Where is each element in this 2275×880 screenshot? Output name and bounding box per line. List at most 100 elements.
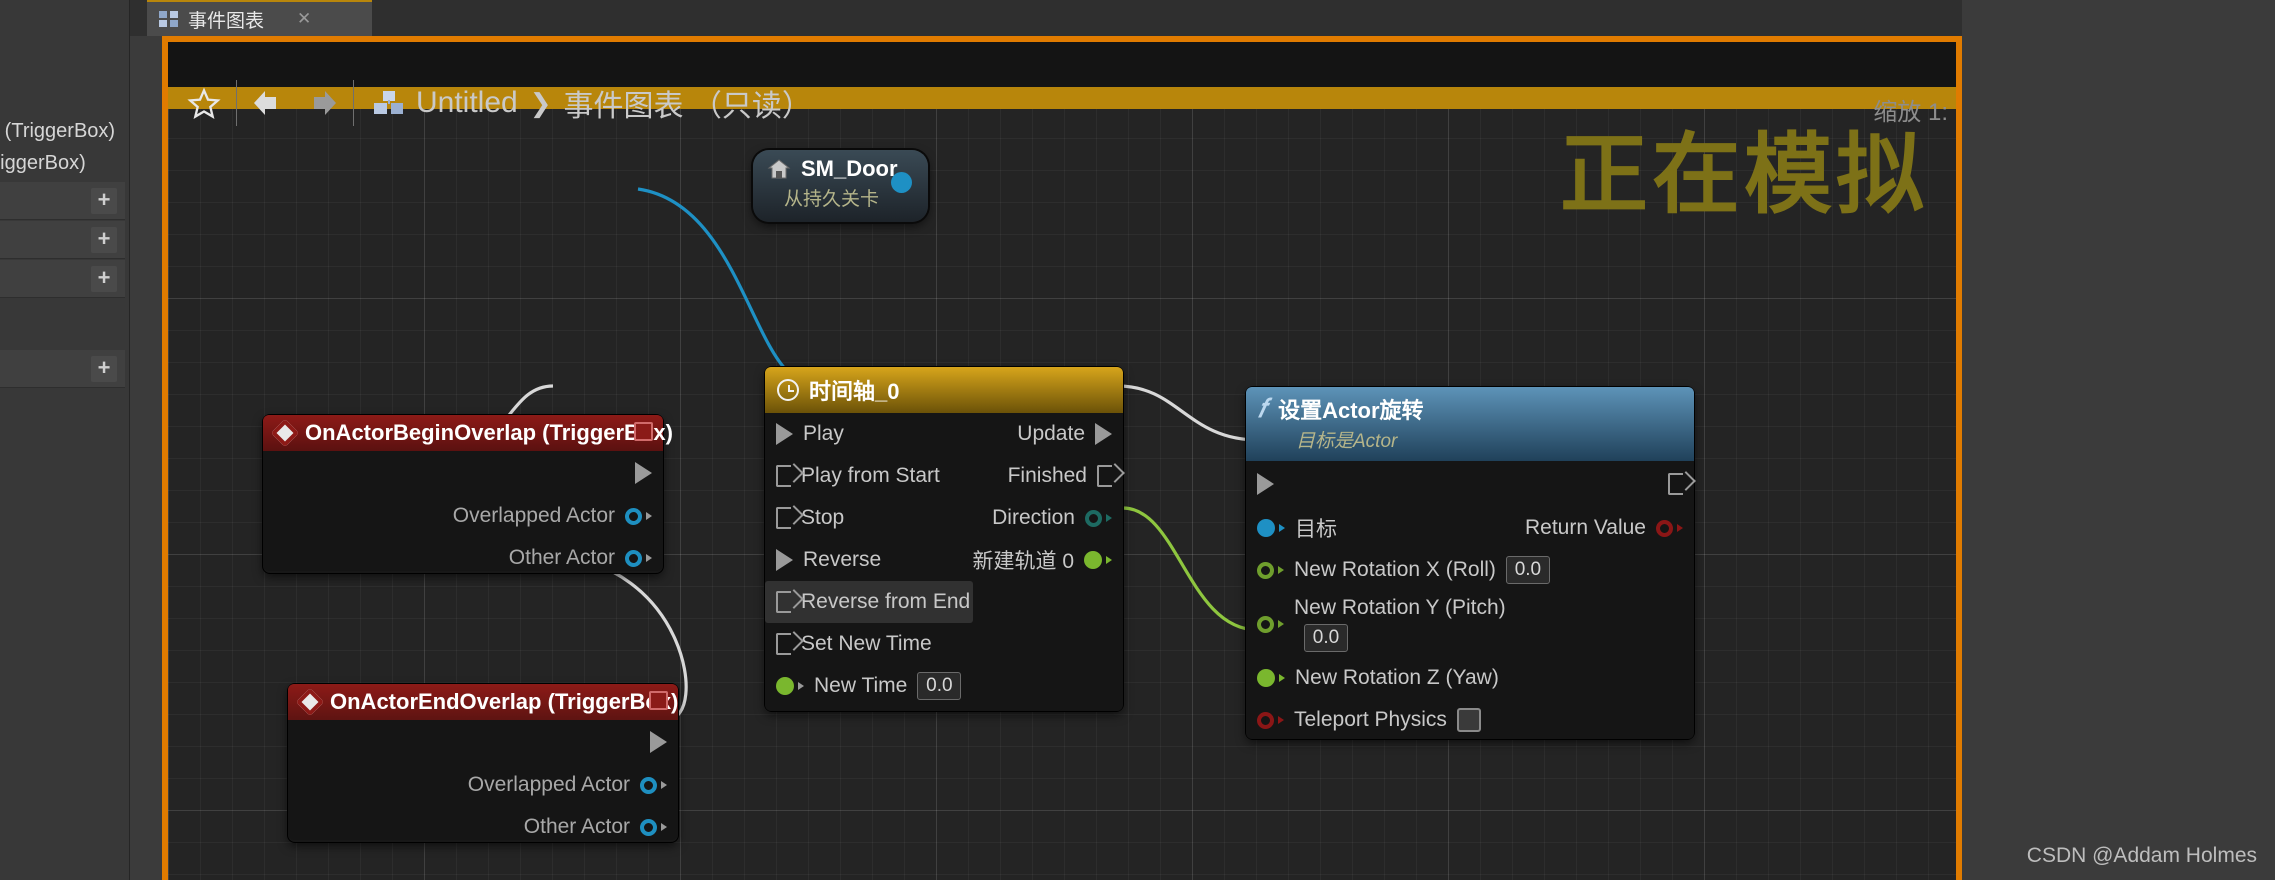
event-diamond-icon	[270, 418, 300, 448]
exec-output-pin[interactable]	[650, 731, 667, 753]
pin-row-other-actor[interactable]: Other Actor	[288, 806, 678, 848]
tab-event-graph[interactable]: 事件图表 ✕	[147, 0, 372, 36]
actor-node-subtitle: 从持久关卡	[783, 189, 879, 210]
exec-input-pin[interactable]	[776, 465, 791, 487]
add-button[interactable]: +	[91, 227, 117, 253]
blueprint-grid-icon	[159, 11, 179, 27]
pin-row-reverse-from-end[interactable]: Reverse from End	[765, 581, 973, 623]
pin-label: Overlapped Actor	[452, 504, 615, 527]
exec-output-pin[interactable]	[635, 462, 652, 484]
pin-label: Direction	[992, 506, 1075, 529]
pin-arrow-icon	[798, 682, 804, 690]
pin-row-exec-out[interactable]	[288, 720, 678, 764]
node-set-actor-rotation[interactable]: 𝑓 设置Actor旋转 目标是Actor 目标 Return Value New…	[1246, 387, 1694, 739]
event-node-header: OnActorBeginOverlap (TriggerBox)	[263, 415, 673, 451]
bool-output-pin[interactable]	[1656, 519, 1673, 537]
arrow-right-icon[interactable]	[295, 80, 347, 126]
enum-output-pin[interactable]	[1085, 509, 1102, 527]
object-output-pin[interactable]	[891, 172, 912, 193]
node-on-actor-end-overlap[interactable]: OnActorEndOverlap (TriggerBox) Overlappe…	[288, 684, 678, 842]
pin-row-other-actor[interactable]: Other Actor	[263, 537, 663, 579]
left-panel-label-1: TriggerBox)	[0, 152, 86, 174]
arrow-left-icon[interactable]	[243, 80, 295, 126]
event-diamond-icon	[295, 687, 325, 717]
object-output-pin[interactable]	[640, 818, 657, 836]
left-panel-row-2[interactable]: +	[0, 260, 125, 298]
exec-output-pin[interactable]	[1095, 423, 1112, 445]
pin-row-new-track-0[interactable]: 新建轨道 0	[926, 539, 1123, 581]
float-input-pin[interactable]	[776, 677, 794, 695]
pin-label: New Rotation Y (Pitch)	[1294, 596, 1506, 619]
pin-row-finished[interactable]: Finished	[926, 455, 1123, 497]
exec-output-pin[interactable]	[1097, 465, 1112, 487]
node-on-actor-begin-overlap[interactable]: OnActorBeginOverlap (TriggerBox) Overlap…	[263, 415, 673, 573]
pin-row-overlapped-actor[interactable]: Overlapped Actor	[263, 495, 663, 537]
pin-row-new-rotation-z[interactable]: New Rotation Z (Yaw)	[1246, 657, 1694, 699]
new-rotation-x-input[interactable]: 0.0	[1505, 556, 1550, 584]
breadcrumb: Untitled ❯ 事件图表 （只读）	[374, 81, 812, 125]
pin-row-set-new-time[interactable]: Set New Time	[765, 623, 973, 665]
pin-label: Play	[803, 422, 844, 445]
pin-arrow-icon	[1278, 620, 1284, 628]
right-empty-area	[1962, 0, 2275, 880]
left-panel-row-0[interactable]: +	[0, 182, 125, 220]
function-node-title: 设置Actor旋转	[1278, 398, 1424, 423]
pin-row-exec-out[interactable]	[263, 451, 663, 495]
pin-arrow-icon	[1677, 524, 1683, 532]
add-button[interactable]: +	[91, 356, 117, 382]
exec-input-pin[interactable]	[776, 591, 791, 613]
teleport-physics-checkbox[interactable]	[1456, 708, 1481, 732]
pin-row-new-rotation-x[interactable]: New Rotation X (Roll) 0.0	[1246, 549, 1694, 591]
event-node-header: OnActorEndOverlap (TriggerBox)	[288, 684, 678, 720]
pin-arrow-icon	[1278, 716, 1284, 724]
left-panel-row-3[interactable]: +	[0, 350, 125, 388]
delegate-square-icon[interactable]	[649, 691, 668, 710]
node-actor-reference-sm-door[interactable]: SM_Door 从持久关卡	[753, 150, 928, 222]
function-fx-icon: 𝑓	[1258, 393, 1267, 423]
delegate-square-icon[interactable]	[634, 422, 653, 441]
float-output-pin[interactable]	[1084, 551, 1102, 569]
pin-row-target[interactable]: 目标 Return Value	[1246, 507, 1694, 549]
float-input-pin[interactable]	[1257, 615, 1274, 633]
close-icon[interactable]: ✕	[297, 9, 311, 29]
exec-input-pin[interactable]	[776, 423, 793, 445]
add-button[interactable]: +	[91, 188, 117, 214]
pin-row-new-time[interactable]: New Time 0.0	[765, 665, 973, 707]
add-button[interactable]: +	[91, 266, 117, 292]
exec-output-pin[interactable]	[1668, 473, 1683, 495]
favorite-star-icon[interactable]	[178, 80, 230, 126]
pin-row-exec[interactable]	[1246, 461, 1694, 507]
exec-input-pin[interactable]	[776, 549, 793, 571]
pin-label: New Rotation Z (Yaw)	[1295, 666, 1499, 689]
new-time-input[interactable]: 0.0	[917, 672, 962, 700]
event-node-body: Overlapped Actor Other Actor	[288, 720, 678, 840]
pin-row-update[interactable]: Update	[926, 413, 1123, 455]
bool-input-pin[interactable]	[1257, 711, 1274, 729]
function-node-body: 目标 Return Value New Rotation X (Roll) 0.…	[1246, 461, 1694, 739]
pin-row-teleport-physics[interactable]: Teleport Physics	[1246, 699, 1694, 741]
pin-row-overlapped-actor[interactable]: Overlapped Actor	[288, 764, 678, 806]
exec-input-pin[interactable]	[776, 507, 791, 529]
blueprint-grid-icon	[374, 91, 404, 115]
node-timeline[interactable]: 时间轴_0 Play Play from Start Stop Reverse …	[765, 367, 1123, 711]
app-root: p (TriggerBox) TriggerBox) + + + + 事件图表 …	[0, 0, 2275, 880]
pin-label: New Time	[814, 674, 908, 697]
left-panel-label-0: p (TriggerBox)	[0, 120, 116, 142]
pin-row-direction[interactable]: Direction	[926, 497, 1123, 539]
pin-label: Stop	[801, 506, 845, 529]
exec-input-pin[interactable]	[1257, 473, 1274, 495]
float-input-pin[interactable]	[1257, 669, 1275, 687]
pin-row-new-rotation-y[interactable]: New Rotation Y (Pitch) 0.0	[1246, 591, 1694, 657]
object-output-pin[interactable]	[625, 549, 642, 567]
object-output-pin[interactable]	[640, 776, 657, 794]
exec-input-pin[interactable]	[776, 633, 791, 655]
event-node-title: OnActorEndOverlap (TriggerBox)	[330, 689, 679, 714]
breadcrumb-root[interactable]: Untitled	[416, 86, 518, 120]
object-output-pin[interactable]	[625, 507, 642, 525]
new-rotation-y-input[interactable]: 0.0	[1304, 624, 1348, 652]
left-panel-row-1[interactable]: +	[0, 221, 125, 259]
float-input-pin[interactable]	[1257, 561, 1274, 579]
object-input-pin[interactable]	[1257, 519, 1275, 537]
pin-arrow-icon	[1106, 556, 1112, 564]
blueprint-graph-canvas[interactable]: 正在模拟 缩放 1: Untitled ❯ 事件图表 （只读） SM_Door …	[162, 36, 1962, 880]
